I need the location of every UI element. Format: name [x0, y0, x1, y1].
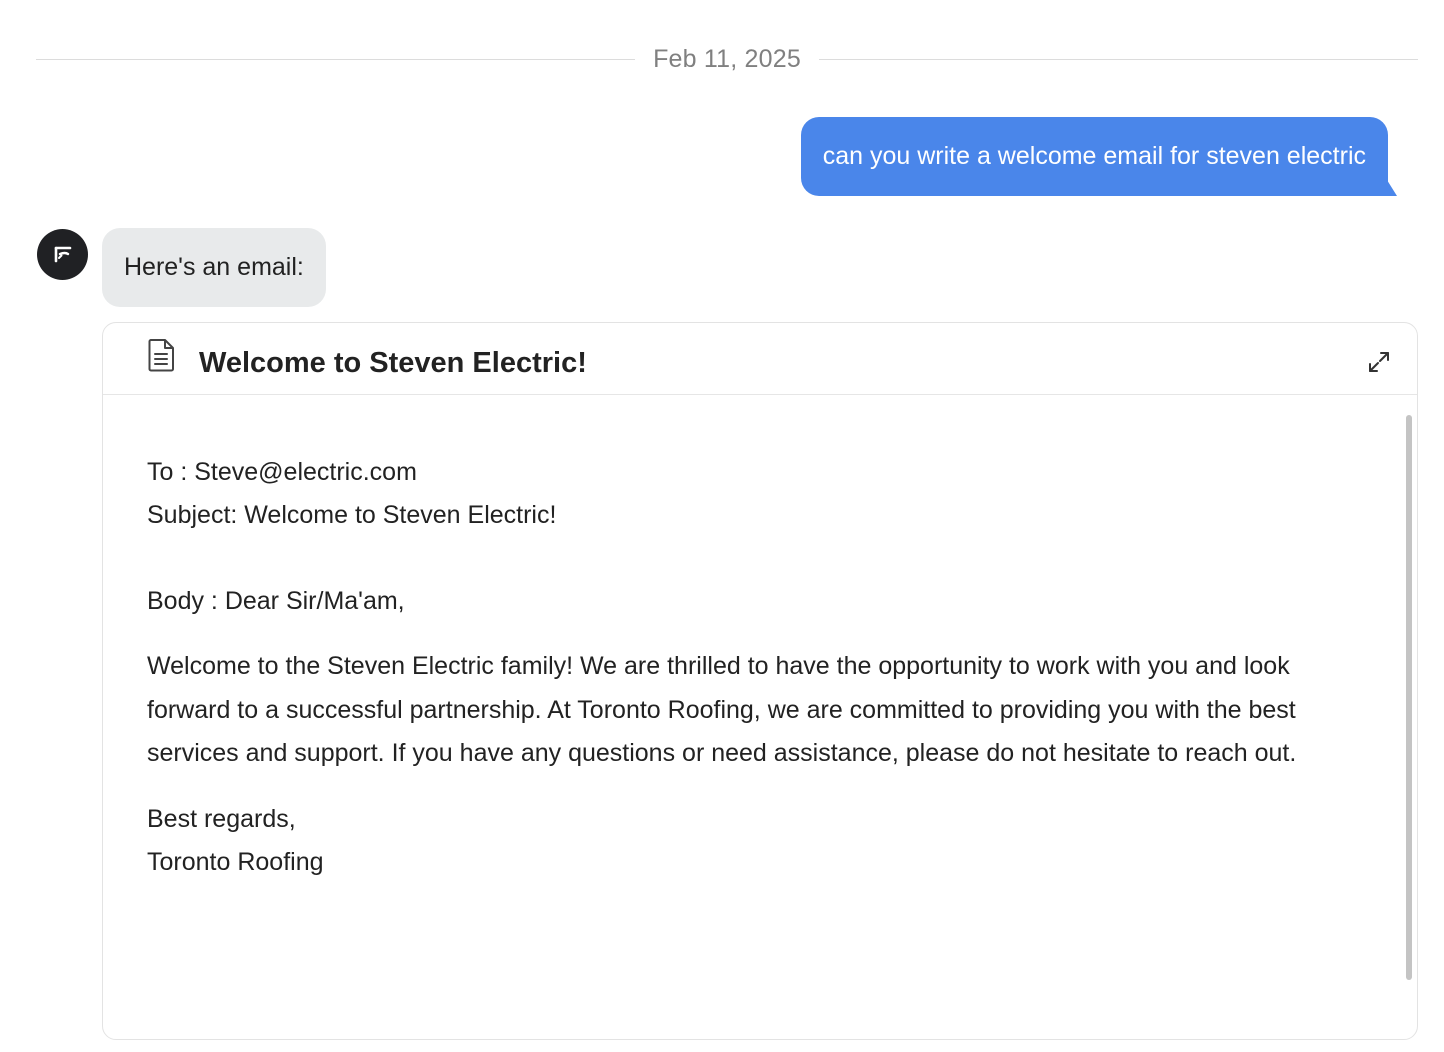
assistant-logo-icon: [37, 229, 88, 280]
divider-line-left: [36, 58, 636, 60]
divider-line-right: [818, 58, 1419, 60]
email-scrollbar[interactable]: [1405, 415, 1413, 980]
email-card-body: To : Steve@electric.com Subject: Welcome…: [103, 395, 1417, 1039]
assistant-message-text: Here's an email:: [124, 253, 304, 281]
email-card-header: Welcome to Steven Electric!: [103, 323, 1417, 395]
email-draft-card: Welcome to Steven Electric! To : Steve@e…: [102, 322, 1418, 1040]
email-subject-line: Subject: Welcome to Steven Electric!: [147, 501, 557, 529]
email-greeting: Body : Dear Sir/Ma'am,: [147, 587, 405, 615]
chat-view: Feb 11, 2025 can you write a welcome ema…: [0, 0, 1444, 1052]
email-card-title: Welcome to Steven Electric!: [199, 347, 587, 379]
email-closing: Best regards,: [147, 804, 296, 833]
user-message-bubble: can you write a welcome email for steven…: [800, 117, 1397, 196]
email-body-paragraph: Welcome to the Steven Electric family! W…: [147, 652, 1297, 767]
document-icon: [148, 338, 174, 371]
email-signoff: Best regards, Toronto Roofing: [147, 798, 1373, 884]
expand-icon[interactable]: [1367, 350, 1391, 374]
assistant-message-bubble: Here's an email:: [102, 228, 326, 307]
email-to-line: To : Steve@electric.com: [147, 458, 417, 486]
user-message-row: can you write a welcome email for steven…: [800, 117, 1397, 196]
email-signature: Toronto Roofing: [147, 847, 324, 876]
user-message-text: can you write a welcome email for steven…: [822, 142, 1366, 170]
date-label: Feb 11, 2025: [653, 44, 801, 73]
bubble-tail: [1387, 180, 1397, 196]
scrollbar-thumb[interactable]: [1406, 415, 1412, 980]
date-divider: Feb 11, 2025: [36, 40, 1419, 78]
